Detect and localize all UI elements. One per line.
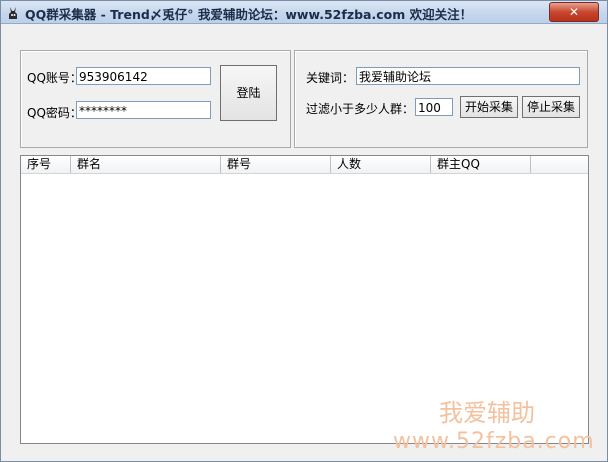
password-field[interactable]: ********	[76, 101, 211, 119]
account-field[interactable]: 953906142	[76, 67, 211, 85]
keyword-label: 关键词：	[306, 71, 355, 85]
column-header-group-number[interactable]: 群号	[221, 156, 331, 173]
account-label: QQ账号：	[27, 71, 82, 85]
watermark-url: www.52fzba.com	[393, 429, 595, 454]
start-collect-button[interactable]: 开始采集	[460, 96, 518, 118]
window-title: QQ群采集器 - Trend〆兎仔° 我爱辅助论坛：www.52fzba.com…	[25, 7, 473, 22]
filter-field[interactable]: 100	[415, 98, 453, 116]
column-header-index[interactable]: 序号	[21, 156, 71, 173]
column-header-owner-qq[interactable]: 群主QQ	[431, 156, 531, 173]
login-button[interactable]: 登陆	[220, 65, 277, 121]
stop-collect-button[interactable]: 停止采集	[522, 96, 580, 118]
login-group: QQ账号： 953906142 QQ密码： ******** 登陆	[20, 50, 291, 148]
close-button[interactable]: ✕	[549, 2, 599, 22]
list-header: 序号 群名 群号 人数 群主QQ	[21, 156, 588, 174]
watermark-title: 我爱辅助	[439, 399, 535, 427]
collect-group: 关键词： 我爱辅助论坛 过滤小于多少人群： 100 开始采集 停止采集	[294, 50, 588, 148]
column-header-member-count[interactable]: 人数	[331, 156, 431, 173]
password-label: QQ密码：	[27, 106, 82, 120]
rabbit-icon	[6, 5, 20, 19]
title-bar[interactable]: QQ群采集器 - Trend〆兎仔° 我爱辅助论坛：www.52fzba.com…	[1, 1, 607, 24]
app-window: QQ群采集器 - Trend〆兎仔° 我爱辅助论坛：www.52fzba.com…	[0, 0, 608, 462]
filter-label: 过滤小于多少人群：	[306, 102, 415, 116]
column-header-group-name[interactable]: 群名	[71, 156, 221, 173]
keyword-field[interactable]: 我爱辅助论坛	[356, 67, 580, 85]
